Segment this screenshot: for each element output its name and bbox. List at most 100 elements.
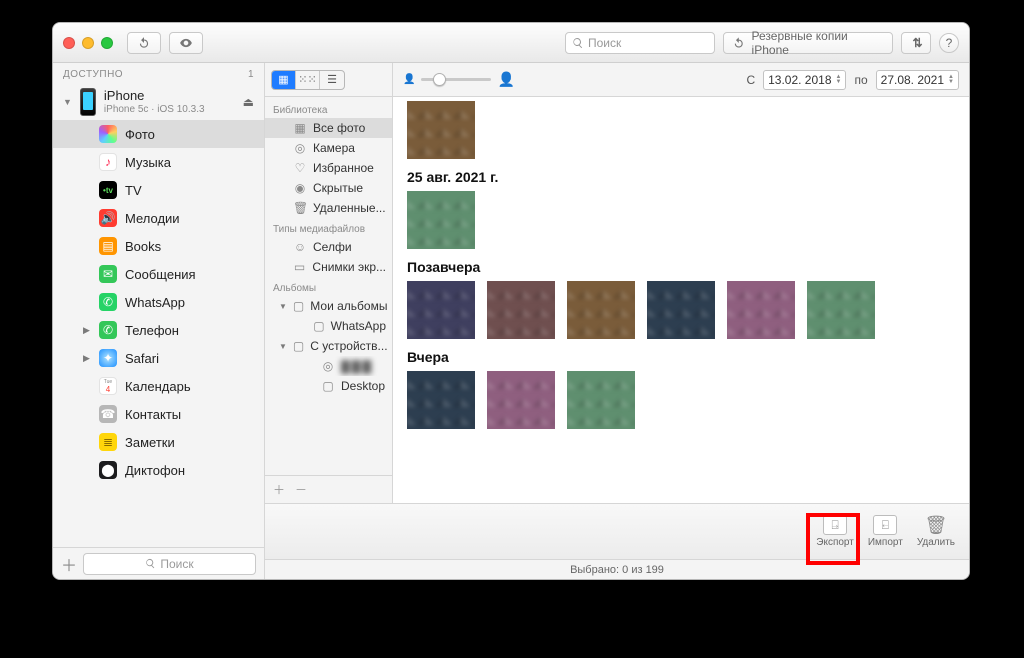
library-item[interactable]: ◎▓▓▓ xyxy=(265,356,392,376)
person-small-icon: 👤 xyxy=(403,74,415,85)
photo-thumbnail[interactable] xyxy=(567,281,635,339)
photo-thumbnail[interactable] xyxy=(487,281,555,339)
date-from-stepper[interactable]: ▲▼ xyxy=(836,75,842,85)
folder-icon: ▢ xyxy=(321,379,335,393)
device-row[interactable]: ▼ iPhone iPhone 5c · iOS 10.3.3 ⏏ xyxy=(53,84,264,120)
library-item[interactable]: 🗑Удаленные... xyxy=(265,198,392,218)
library-item[interactable]: ▦ Все фото xyxy=(265,118,392,138)
library-item-label: Все фото xyxy=(313,121,365,135)
chevron-right-icon: ▶ xyxy=(83,325,91,336)
eject-icon[interactable]: ⏏ xyxy=(243,95,254,109)
small-grid-view-button[interactable]: ⁙⁙ xyxy=(296,71,320,89)
toolbar-search[interactable]: Поиск xyxy=(565,32,715,54)
device-sidebar: ДОСТУПНО 1 ▼ iPhone iPhone 5c · iOS 10.3… xyxy=(53,63,265,579)
view-mode-segmented[interactable]: ▦ ⁙⁙ ☰ xyxy=(271,70,345,90)
category-cal[interactable]: Tue4Календарь xyxy=(53,372,264,400)
refresh-small-icon xyxy=(732,36,746,50)
backups-dropdown[interactable]: Резервные копии iPhone xyxy=(723,32,893,54)
date-to-stepper[interactable]: ▲▼ xyxy=(948,75,954,85)
library-item-label: Камера xyxy=(313,141,355,155)
library-item[interactable]: ▼▢С устройств... xyxy=(265,336,392,356)
photo-thumbnail[interactable] xyxy=(407,371,475,429)
add-album-button[interactable]: ＋ xyxy=(273,481,285,498)
delete-label: Удалить xyxy=(917,537,955,548)
thumbnail-size-slider[interactable]: 👤 👤 xyxy=(403,71,515,88)
device-icon: ▭ xyxy=(293,260,307,274)
library-item[interactable]: ◉Скрытые xyxy=(265,178,392,198)
export-label: Экспорт xyxy=(816,537,854,548)
library-item[interactable]: ▢Desktop xyxy=(265,376,392,396)
library-item-label: Селфи xyxy=(313,240,352,254)
category-voice[interactable]: ⬤Диктофон xyxy=(53,456,264,484)
grid-view-button[interactable]: ▦ xyxy=(272,71,296,89)
library-item[interactable]: ▢ WhatsApp xyxy=(265,316,392,336)
library-item-label: WhatsApp xyxy=(331,319,386,333)
sliders-icon: ⇅ xyxy=(912,36,919,50)
delete-button[interactable]: 🗑 Удалить xyxy=(917,515,955,548)
category-ring[interactable]: 🔊Мелодии xyxy=(53,204,264,232)
close-window[interactable] xyxy=(63,37,75,49)
category-tv[interactable]: •tvTV xyxy=(53,176,264,204)
device-sidebar-footer: ＋ Поиск xyxy=(53,547,264,579)
category-label: Диктофон xyxy=(125,463,185,478)
folder-icon: ▢ xyxy=(313,319,324,333)
thumbnail-row xyxy=(407,191,955,249)
category-music[interactable]: ♪Музыка xyxy=(53,148,264,176)
category-list: Фото♪Музыка•tvTV🔊Мелодии▤Books✉Сообщения… xyxy=(53,120,264,547)
main-panel: 👤 👤 С 13.02. 2018 ▲▼ по 27.08. 2021 xyxy=(393,63,969,503)
library-group-header: Типы медиафайлов xyxy=(265,218,392,237)
preview-button[interactable] xyxy=(169,32,203,54)
titlebar: Поиск Резервные копии iPhone ⇅ ? xyxy=(53,23,969,63)
photo-thumbnail[interactable] xyxy=(727,281,795,339)
list-view-button[interactable]: ☰ xyxy=(320,71,344,89)
library-item-label: Скрытые xyxy=(313,181,363,195)
content-toolbar: 👤 👤 С 13.02. 2018 ▲▼ по 27.08. 2021 xyxy=(393,63,969,97)
library-item[interactable]: ♡Избранное xyxy=(265,158,392,178)
category-phone[interactable]: ▶✆Телефон xyxy=(53,316,264,344)
zoom-window[interactable] xyxy=(101,37,113,49)
category-notes[interactable]: ≣Заметки xyxy=(53,428,264,456)
refresh-button[interactable] xyxy=(127,32,161,54)
photo-thumbnail[interactable] xyxy=(407,191,475,249)
photo-thumbnail[interactable] xyxy=(807,281,875,339)
category-safari[interactable]: ▶✦Safari xyxy=(53,344,264,372)
date-section-title: Позавчера xyxy=(407,259,955,275)
category-msg[interactable]: ✉Сообщения xyxy=(53,260,264,288)
photo-thumbnail[interactable] xyxy=(487,371,555,429)
device-thumbnail xyxy=(80,88,96,116)
help-button[interactable]: ? xyxy=(939,33,959,53)
photo-thumbnail[interactable] xyxy=(407,281,475,339)
library-item[interactable]: ☺Селфи xyxy=(265,237,392,257)
remove-album-button[interactable]: － xyxy=(295,481,307,498)
export-button[interactable]: ⍈ Экспорт xyxy=(816,515,854,548)
category-label: Календарь xyxy=(125,379,191,394)
import-button[interactable]: ⍇ Импорт xyxy=(868,515,903,548)
category-photos[interactable]: Фото xyxy=(53,120,264,148)
add-button[interactable]: ＋ xyxy=(61,552,77,576)
heart-icon: ♡ xyxy=(293,161,307,175)
library-item[interactable]: ▼▢Мои альбомы xyxy=(265,296,392,316)
app-window: Поиск Резервные копии iPhone ⇅ ? ДОСТУПН… xyxy=(52,22,970,580)
library-item[interactable]: ▭Снимки экр... xyxy=(265,257,392,277)
status-bar: Выбрано: 0 из 199 xyxy=(265,559,969,579)
date-from-input[interactable]: 13.02. 2018 ▲▼ xyxy=(763,70,846,90)
category-wa[interactable]: ✆WhatsApp xyxy=(53,288,264,316)
photo-thumbnail[interactable] xyxy=(567,371,635,429)
category-contacts[interactable]: ☎Контакты xyxy=(53,400,264,428)
photo-thumbnail[interactable] xyxy=(647,281,715,339)
grid-icon: ▦ xyxy=(293,121,307,135)
photo-grid[interactable]: 25 авг. 2021 г.ПозавчераВчера xyxy=(393,97,969,503)
settings-button[interactable]: ⇅ xyxy=(901,32,931,54)
sidebar-search-placeholder: Поиск xyxy=(160,557,193,571)
photo-thumbnail[interactable] xyxy=(407,101,475,159)
date-to-input[interactable]: 27.08. 2021 ▲▼ xyxy=(876,70,959,90)
disclosure-icon: ▼ xyxy=(279,342,287,351)
sidebar-search[interactable]: Поиск xyxy=(83,553,256,575)
minimize-window[interactable] xyxy=(82,37,94,49)
category-books[interactable]: ▤Books xyxy=(53,232,264,260)
action-footer: ⍈ Экспорт ⍇ Импорт 🗑 Удалить xyxy=(265,503,969,559)
library-item[interactable]: ◎Камера xyxy=(265,138,392,158)
import-label: Импорт xyxy=(868,537,903,548)
disclosure-icon: ▼ xyxy=(279,302,287,311)
folder-icon: ▢ xyxy=(293,299,304,313)
